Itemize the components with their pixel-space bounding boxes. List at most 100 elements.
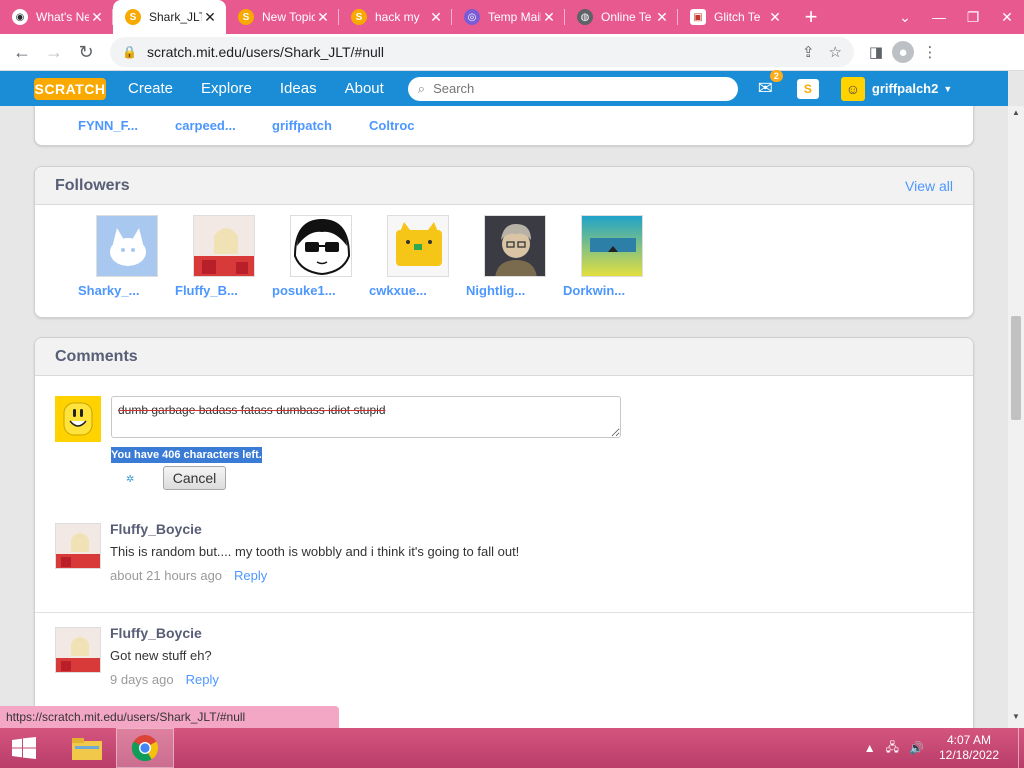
follower-thumbnail[interactable] [192, 215, 255, 277]
network-icon[interactable]: 🖧 [886, 738, 899, 759]
nav-ideas[interactable]: Ideas [268, 80, 329, 97]
tab-title: Glitch Te [714, 10, 761, 24]
new-tab-button[interactable]: + [791, 0, 831, 34]
comment-meta: 9 days ago Reply [110, 672, 219, 687]
follower-thumbnail[interactable] [95, 215, 158, 277]
following-user-name[interactable]: Coltroc [369, 118, 466, 133]
address-bar[interactable]: 🔒 scratch.mit.edu/users/Shark_JLT/#null … [110, 37, 854, 67]
chrome-taskbar-icon[interactable] [116, 728, 174, 768]
browser-tab[interactable]: S hack my ✕ [339, 0, 452, 34]
nav-about[interactable]: About [333, 80, 396, 97]
follower-name[interactable]: posuke1... [272, 283, 369, 298]
follower-name[interactable]: Dorkwin... [563, 283, 660, 298]
scratch-favicon-icon: S [238, 9, 254, 25]
follower-thumbnail[interactable] [580, 215, 643, 277]
view-all-link[interactable]: View all [905, 178, 953, 194]
nav-create[interactable]: Create [116, 80, 185, 97]
browser-tab[interactable]: ◎ Temp Mail ✕ [452, 0, 565, 34]
windows-taskbar: ▲ 🖧 🔊 4:07 AM 12/18/2022 [0, 728, 1024, 768]
account-menu[interactable]: ☺ griffpalch2 ▼ [840, 76, 952, 101]
following-user-name[interactable]: FYNN_F... [78, 118, 175, 133]
comments-box: Comments You have 406 characters left. ✲… [34, 337, 974, 728]
tab-title: Temp Mail [488, 10, 541, 24]
profile-avatar-icon[interactable]: ● [892, 41, 914, 63]
search-input[interactable] [433, 81, 714, 96]
clock-date: 12/18/2022 [938, 748, 1000, 762]
follower-name[interactable]: Fluffy_B... [175, 283, 272, 298]
my-stuff-folder-icon[interactable]: S [796, 78, 819, 99]
browser-tab-active[interactable]: S Shark_JLT ✕ [113, 0, 226, 34]
comment-avatar[interactable] [55, 627, 101, 673]
comment-avatar[interactable] [55, 523, 101, 569]
comment-author[interactable]: Fluffy_Boycie [110, 625, 202, 641]
comment-author[interactable]: Fluffy_Boycie [110, 521, 202, 537]
nav-explore[interactable]: Explore [189, 80, 264, 97]
follower-name[interactable]: Nightlig... [466, 283, 563, 298]
comment-textarea[interactable] [111, 396, 621, 438]
browser-tab[interactable]: ▣ Glitch Te ✕ [678, 0, 791, 34]
close-icon[interactable]: ✕ [315, 9, 331, 26]
file-explorer-icon[interactable] [58, 728, 116, 768]
loading-spinner-icon: ✲ [126, 474, 135, 485]
follower-card[interactable]: Sharky_... [78, 215, 175, 298]
windows-start-icon[interactable] [0, 728, 48, 768]
browser-tab[interactable]: ◍ Online Te ✕ [565, 0, 678, 34]
restore-icon[interactable]: ❐ [956, 0, 990, 34]
followers-box: Followers View all Sharky_... Fluffy_B..… [34, 166, 974, 318]
close-icon[interactable]: ✕ [541, 9, 557, 26]
close-icon[interactable]: ✕ [767, 9, 783, 26]
glitch-icon: ▣ [690, 9, 706, 25]
close-icon[interactable]: ✕ [89, 9, 105, 26]
follower-card[interactable]: Dorkwin... [563, 215, 660, 298]
volume-icon[interactable]: 🔊 [909, 741, 924, 755]
comment-timestamp: 9 days ago [110, 672, 174, 687]
window-controls: ⌄ — ❐ ✕ [888, 0, 1024, 34]
lock-icon[interactable]: 🔒 [122, 45, 137, 59]
back-arrow-icon[interactable]: ← [6, 36, 38, 68]
user-avatar: ☺ [840, 76, 865, 101]
follower-name[interactable]: cwkxue... [369, 283, 466, 298]
follower-card[interactable]: posuke1... [272, 215, 369, 298]
reply-link[interactable]: Reply [186, 672, 219, 687]
tray-expand-chevron-icon[interactable]: ▲ [864, 741, 876, 755]
side-panel-icon[interactable]: ◨ [860, 36, 892, 68]
reload-icon[interactable]: ↻ [70, 36, 102, 68]
share-icon[interactable]: ⇪ [802, 43, 815, 61]
follower-thumbnail[interactable] [289, 215, 352, 277]
show-desktop-button[interactable] [1018, 728, 1024, 768]
scroll-up-arrow-icon[interactable]: ▲ [1008, 108, 1024, 122]
tab-title: Shark_JLT [149, 10, 202, 24]
close-window-icon[interactable]: ✕ [990, 0, 1024, 34]
messages-envelope-icon[interactable]: ✉ 2 [758, 70, 783, 99]
scroll-down-arrow-icon[interactable]: ▼ [1008, 712, 1024, 726]
comment-timestamp: about 21 hours ago [110, 568, 223, 583]
comment-composer: You have 406 characters left. ✲ Cancel [35, 376, 973, 511]
cancel-button[interactable]: Cancel [163, 466, 226, 490]
scrollbar-thumb[interactable] [1011, 316, 1021, 420]
close-icon[interactable]: ✕ [428, 9, 444, 26]
close-icon[interactable]: ✕ [202, 9, 218, 26]
scratch-logo[interactable]: SCRATCH [34, 77, 106, 100]
follower-card[interactable]: cwkxue... [369, 215, 466, 298]
url-text[interactable]: scratch.mit.edu/users/Shark_JLT/#null [147, 44, 788, 60]
forward-arrow-icon[interactable]: → [38, 36, 70, 68]
follower-card[interactable]: Nightlig... [466, 215, 563, 298]
bookmark-star-icon[interactable]: ☆ [829, 43, 842, 61]
minimize-icon[interactable]: — [922, 0, 956, 34]
follower-thumbnail[interactable] [483, 215, 546, 277]
follower-card[interactable]: Fluffy_B... [175, 215, 272, 298]
scratch-navbar: SCRATCH Create Explore Ideas About ⌕ ✉ 2… [0, 70, 1008, 106]
page-scrollbar[interactable]: ▲ ▼ [1008, 106, 1024, 728]
follower-name[interactable]: Sharky_... [78, 283, 175, 298]
reply-link[interactable]: Reply [234, 568, 267, 583]
close-icon[interactable]: ✕ [654, 9, 670, 26]
taskbar-clock[interactable]: 4:07 AM 12/18/2022 [934, 733, 1004, 763]
tab-search-chevron-icon[interactable]: ⌄ [888, 0, 922, 34]
following-user-name[interactable]: griffpatch [272, 118, 369, 133]
more-menu-icon[interactable]: ⋮ [914, 36, 946, 68]
browser-tab[interactable]: S New Topic ✕ [226, 0, 339, 34]
comment-item: Fluffy_Boycie This is random but.... my … [35, 511, 973, 612]
browser-tab[interactable]: ◉ What's New ✕ [0, 0, 113, 34]
following-user-name[interactable]: carpeed... [175, 118, 272, 133]
follower-thumbnail[interactable] [386, 215, 449, 277]
